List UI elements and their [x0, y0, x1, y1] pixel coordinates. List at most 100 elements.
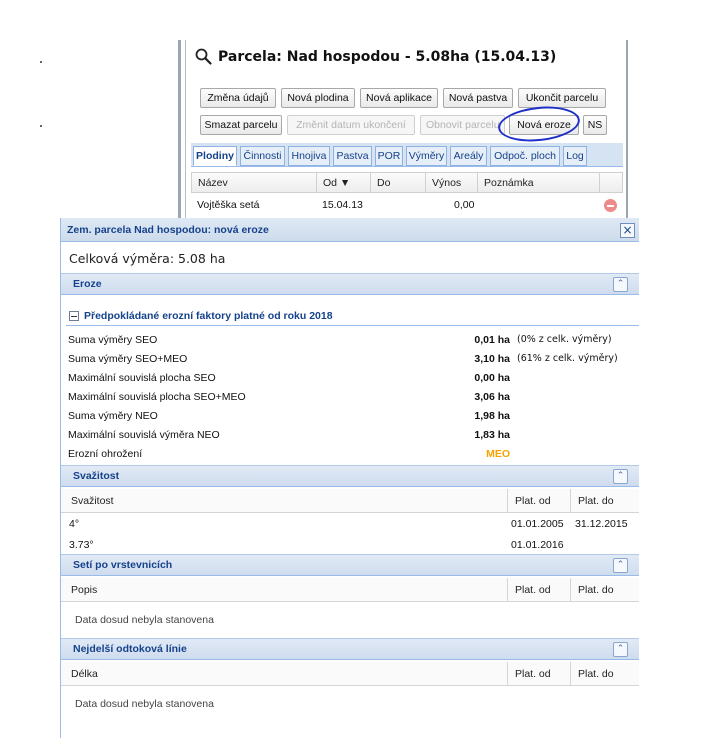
column-header[interactable]: Plat. do — [572, 489, 614, 513]
section-eroze[interactable]: Eroze ⌃ — [61, 273, 639, 295]
cell-nazev: Vojtěška setá — [197, 199, 260, 211]
section-seti[interactable]: Setí po vrstevnicích ⌃ — [61, 554, 639, 576]
new-application-button[interactable]: Nová aplikace — [360, 88, 438, 108]
column-header[interactable]: Plat. od — [509, 662, 551, 686]
delete-parcel-button[interactable]: Smazat parcelu — [200, 115, 282, 135]
tab-log[interactable]: Log — [563, 146, 587, 166]
section-title: Svažitost — [73, 470, 120, 482]
stray-dot — [40, 125, 42, 127]
column-header[interactable]: Plat. od — [509, 578, 551, 602]
collapse-icon[interactable]: ⌃ — [613, 642, 628, 657]
fieldset-collapse-icon[interactable] — [69, 311, 79, 321]
tab-hnojiva[interactable]: Hnojiva — [288, 146, 330, 166]
window-border-right — [626, 40, 628, 220]
collapse-icon[interactable]: ⌃ — [613, 469, 628, 484]
section-linie[interactable]: Nejdelší odtoková línie ⌃ — [61, 638, 639, 660]
stray-dot — [40, 61, 42, 63]
table-row[interactable]: 4° 01.01.2005 31.12.2015 — [61, 513, 639, 534]
column-divider — [507, 489, 508, 513]
factor-label: Maximální souvislá plocha SEO+MEO — [68, 390, 246, 403]
parcel-title: Parcela: Nad hospodou - 5.08ha (15.04.13… — [195, 48, 556, 65]
slope-value: 3.73° — [69, 538, 94, 551]
dialog-title: Zem. parcela Nad hospodou: nová eroze — [67, 224, 269, 236]
tab-odpoc-ploch[interactable]: Odpoč. ploch — [490, 146, 560, 166]
delete-row-icon[interactable] — [604, 199, 617, 212]
collapse-icon[interactable]: ⌃ — [613, 277, 628, 292]
column-header-do[interactable]: Do — [371, 173, 426, 192]
end-parcel-button[interactable]: Ukončit parcelu — [518, 88, 606, 108]
factor-label: Maximální souvislá výměra NEO — [68, 428, 220, 441]
column-header[interactable]: Popis — [65, 578, 97, 602]
new-crop-button[interactable]: Nová plodina — [281, 88, 355, 108]
factor-label: Suma výměry SEO — [68, 333, 158, 346]
column-divider — [507, 578, 508, 602]
fieldset-title: Předpokládané erozní faktory platné od r… — [84, 310, 333, 322]
empty-message: Data dosud nebyla stanovena — [75, 698, 214, 710]
tab-cinnosti[interactable]: Činnosti — [240, 146, 285, 166]
column-header-od[interactable]: Od ▼ — [317, 173, 371, 192]
factor-note: (0% z celk. výměry) — [517, 334, 612, 345]
parcel-tabs: Plodiny Činnosti Hnojiva Pastva POR Výmě… — [191, 143, 623, 167]
close-icon[interactable]: × — [620, 223, 635, 238]
parcel-title-text: Parcela: Nad hospodou - 5.08ha (15.04.13… — [218, 48, 557, 65]
factor-note: (61% z celk. výměry) — [517, 353, 618, 364]
new-pasture-button[interactable]: Nová pastva — [443, 88, 513, 108]
factor-row: Suma výměry SEO 0,01 ha (0% z celk. výmě… — [68, 330, 639, 349]
slope-value: 4° — [69, 517, 80, 530]
runoff-table-header: Délka Plat. od Plat. do — [61, 662, 639, 686]
erosion-factors-fieldset: Předpokládané erozní faktory platné od r… — [66, 306, 639, 326]
tab-por[interactable]: POR — [375, 146, 403, 166]
annotation-circle — [496, 102, 582, 146]
column-header-vynos[interactable]: Výnos — [426, 173, 478, 192]
parcel-window: Parcela: Nad hospodou - 5.08ha (15.04.13… — [178, 40, 636, 220]
table-row[interactable]: 3.73° 01.01.2016 — [61, 534, 639, 555]
section-title: Setí po vrstevnicích — [73, 559, 173, 571]
change-data-button[interactable]: Změna údajů — [200, 88, 276, 108]
erosion-dialog: Zem. parcela Nad hospodou: nová eroze × … — [60, 218, 639, 738]
tab-vymery[interactable]: Výměry — [406, 146, 447, 166]
tab-plodiny[interactable]: Plodiny — [193, 146, 237, 166]
column-header-poznamka[interactable]: Poznámka — [478, 173, 600, 192]
factor-row: Suma výměry NEO 1,98 ha — [68, 406, 639, 425]
ns-button[interactable]: NS — [583, 115, 607, 135]
contour-table-header: Popis Plat. od Plat. do — [61, 578, 639, 602]
column-header-nazev[interactable]: Název — [192, 173, 317, 192]
section-svazitost[interactable]: Svažitost ⌃ — [61, 465, 639, 487]
column-header[interactable]: Plat. do — [572, 662, 614, 686]
tab-arealy[interactable]: Areály — [450, 146, 487, 166]
empty-message: Data dosud nebyla stanovena — [75, 614, 214, 626]
factor-value: 3,10 ha — [474, 352, 510, 365]
table-row[interactable]: Vojtěška setá 15.04.13 0,00 — [191, 194, 623, 216]
factor-label: Suma výměry NEO — [68, 409, 158, 422]
factor-row: Erozní ohrožení MEO — [68, 444, 639, 463]
valid-from: 01.01.2005 — [511, 517, 564, 530]
crops-grid-header: Název Od ▼ Do Výnos Poznámka — [191, 172, 623, 193]
factor-row: Suma výměry SEO+MEO 3,10 ha (61% z celk.… — [68, 349, 639, 368]
change-end-date-button[interactable]: Změnit datum ukončení — [287, 115, 415, 135]
column-header[interactable]: Délka — [65, 662, 98, 686]
window-border-left — [178, 40, 181, 220]
factor-value: 1,98 ha — [474, 409, 510, 422]
cell-vynos: 0,00 — [454, 199, 475, 211]
valid-to: 31.12.2015 — [575, 517, 628, 530]
factor-value: 0,01 ha — [474, 333, 510, 346]
factor-label: Maximální souvislá plocha SEO — [68, 371, 216, 384]
column-header[interactable]: Svažitost — [65, 489, 114, 513]
search-icon — [195, 48, 212, 65]
column-header[interactable]: Plat. od — [509, 489, 551, 513]
slope-table-header: Svažitost Plat. od Plat. do — [61, 489, 639, 513]
tab-pastva[interactable]: Pastva — [333, 146, 372, 166]
factor-label: Suma výměry SEO+MEO — [68, 352, 188, 365]
restore-parcel-button[interactable]: Obnovit parcelu — [420, 115, 505, 135]
factor-value: 3,06 ha — [474, 390, 510, 403]
column-divider — [570, 489, 571, 513]
column-divider — [570, 578, 571, 602]
factor-row: Maximální souvislá výměra NEO 1,83 ha — [68, 425, 639, 444]
factor-row: Maximální souvislá plocha SEO+MEO 3,06 h… — [68, 387, 639, 406]
cell-od: 15.04.13 — [322, 199, 363, 211]
section-title: Nejdelší odtoková línie — [73, 643, 187, 655]
collapse-icon[interactable]: ⌃ — [613, 558, 628, 573]
factor-row: Maximální souvislá plocha SEO 0,00 ha — [68, 368, 639, 387]
column-divider — [570, 662, 571, 686]
column-header[interactable]: Plat. do — [572, 578, 614, 602]
